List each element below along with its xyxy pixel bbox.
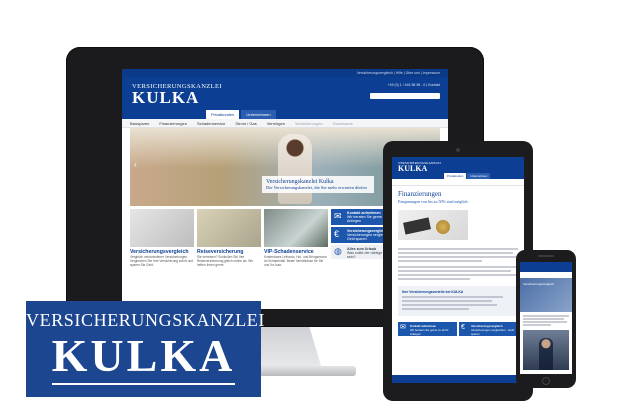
card-vip-schadenservice[interactable]: VIP-Schadenservice Kostenloses Leihauto,… <box>264 209 328 267</box>
audience-tabs: Privatkunden Unternehmen <box>206 110 276 119</box>
product-showcase: Versicherungsvergleich | Hilfe | Über un… <box>0 0 625 420</box>
phone-home-button[interactable] <box>542 377 550 385</box>
card-reiseversicherung[interactable]: Reiseversicherung Sie verreisen? Schließ… <box>197 209 261 267</box>
card-text: Sie verreisen? Schließen Sie Ihre Reisev… <box>197 255 253 267</box>
tablet-logo-line2: KULKA <box>398 164 428 173</box>
search-input[interactable] <box>370 93 440 99</box>
nav-item[interactable]: Versicherungen <box>295 121 323 126</box>
tab-unternehmen[interactable]: Unternehmen <box>241 110 276 119</box>
tablet-header: VERSICHERUNGSKANZLEI KULKA Privatkunden … <box>392 157 524 179</box>
tab-privatkunden[interactable]: Privatkunden <box>206 110 240 119</box>
tablet-benefits-panel: Ihre Versicherungsvorteile bei KULKA <box>398 286 518 316</box>
card-text: Vergleich verschiedener Versicherungen. … <box>130 255 194 267</box>
box-text: Wir beraten Sie gerne zu all Ihr Anliege… <box>410 328 449 336</box>
logo-rule <box>52 383 235 385</box>
phone-speaker <box>538 255 554 257</box>
tablet-nav <box>392 179 524 186</box>
tablet-page-subtitle: Einsparungen von bis zu 50% sind möglich… <box>398 199 469 204</box>
card-versicherungsvergleich[interactable]: Versicherungsvergleich Vergleich verschi… <box>130 209 194 267</box>
site-header: VERSICHERUNGSKANZLEI KULKA +49 (0) 1 / 4… <box>122 77 448 119</box>
nav-item[interactable]: Strom / Gas <box>235 121 256 126</box>
logo-line2: KULKA <box>51 330 236 381</box>
box-text: Versicherungen vergleichen - Geld sparen <box>471 328 514 336</box>
top-links[interactable]: Versicherungsvergleich | Hilfe | Über un… <box>357 71 440 75</box>
coin-shape <box>436 220 450 234</box>
nav-item[interactable]: Bausparen <box>130 121 149 126</box>
site-logo[interactable]: VERSICHERUNGSKANZLEI KULKA <box>132 83 222 106</box>
euro-icon: € <box>334 229 340 239</box>
phone-screen: Versicherungsvergleich <box>520 262 572 374</box>
tab-unternehmen[interactable]: Unternehmen <box>467 173 491 179</box>
tablet-box-contact[interactable]: ✉ Kontakt aufnehmen Wir beraten Sie gern… <box>398 322 457 336</box>
brand-logo: VERSICHERUNGSKANZLEI KULKA <box>26 301 265 397</box>
card-image <box>197 209 261 247</box>
site-logo-line2: KULKA <box>132 88 200 107</box>
hero-image <box>278 134 312 204</box>
nav-item[interactable]: Schadenservice <box>197 121 225 126</box>
hero-caption: Versicherungskanzlei Kulka Die Versicher… <box>262 176 374 193</box>
nav-item[interactable]: Finanzierungen <box>159 121 187 126</box>
tablet-body-text <box>398 248 518 280</box>
tablet-calculator-image <box>398 210 468 240</box>
nav-item[interactable]: Vermögen <box>267 121 285 126</box>
card-text: Kostenloses Leihauto, Hol- und Bringserv… <box>264 255 327 267</box>
phone-header <box>520 262 572 272</box>
tablet-footer <box>392 375 524 383</box>
tablet-cta-boxes: ✉ Kontakt aufnehmen Wir beraten Sie gern… <box>398 322 518 336</box>
globe-icon: ◍ <box>334 246 342 256</box>
nav-item[interactable]: Downloads <box>333 121 353 126</box>
mail-icon: ✉ <box>334 211 342 221</box>
phone-body-text <box>523 315 569 326</box>
card-image <box>130 209 194 247</box>
person-figure <box>539 337 553 370</box>
phone-photo <box>523 329 569 370</box>
main-nav: Bausparen Finanzierungen Schadenservice … <box>122 119 448 128</box>
hero-subtitle: Die Versicherungskanzlei, die Sie mehr e… <box>266 185 367 190</box>
tablet-logo[interactable]: VERSICHERUNGSKANZLEI KULKA <box>398 161 441 173</box>
top-link-bar: Versicherungsvergleich | Hilfe | Über un… <box>122 69 448 77</box>
tablet-device: VERSICHERUNGSKANZLEI KULKA Privatkunden … <box>383 141 533 401</box>
tablet-screen: VERSICHERUNGSKANZLEI KULKA Privatkunden … <box>392 157 524 383</box>
contact-info[interactable]: +49 (0) 1 / 444 58 98 - 0 | Kontakt <box>388 83 440 87</box>
panel-title: Ihre Versicherungsvorteile bei KULKA <box>402 290 464 294</box>
phone-hero: Versicherungsvergleich <box>520 278 572 312</box>
tab-privatkunden[interactable]: Privatkunden <box>444 173 467 179</box>
slider-prev-icon[interactable]: ‹ <box>134 160 137 169</box>
tablet-page-title: Finanzierungen <box>398 190 442 198</box>
tablet-camera <box>456 148 460 152</box>
tablet-box-compare[interactable]: € Versicherungsvergleich Versicherungen … <box>459 322 518 336</box>
phone-device: Versicherungsvergleich <box>516 250 576 388</box>
tablet-tabs: Privatkunden Unternehmen <box>444 173 491 179</box>
phone-hero-caption: Versicherungsvergleich <box>523 282 555 286</box>
card-image <box>264 209 328 247</box>
calculator-shape <box>403 217 431 235</box>
euro-icon: € <box>461 324 465 331</box>
logo-line1: VERSICHERUNGSKANZLEI <box>26 310 265 330</box>
mail-icon: ✉ <box>400 324 406 331</box>
